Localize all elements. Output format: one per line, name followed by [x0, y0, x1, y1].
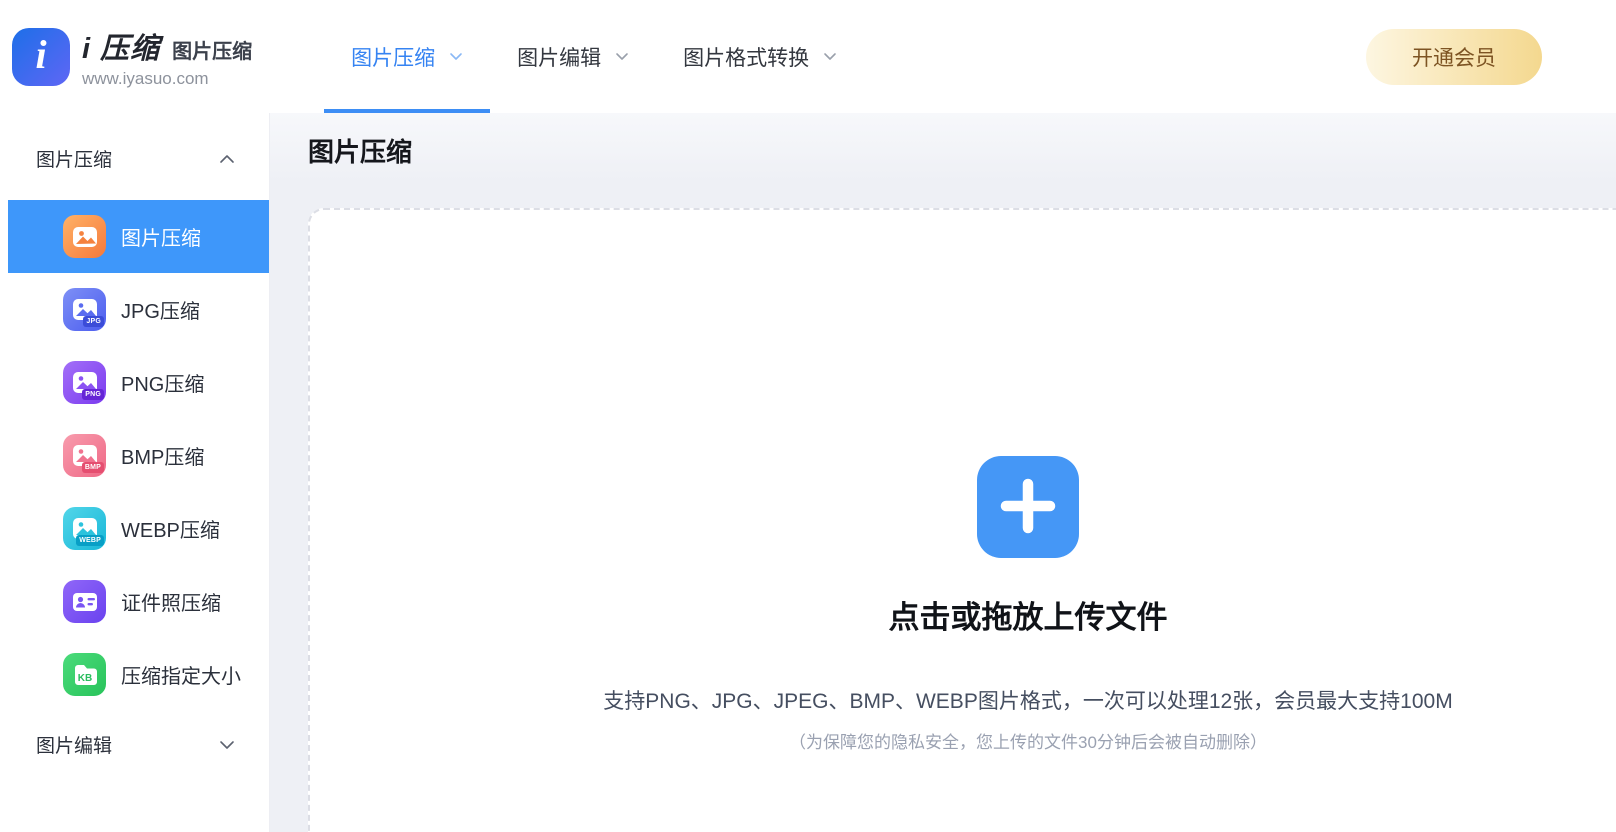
image-compress-icon	[63, 215, 106, 258]
upload-title: 点击或拖放上传文件	[888, 600, 1168, 635]
png-compress-icon: PNG	[63, 361, 106, 404]
chevron-down-icon	[449, 52, 463, 61]
bmp-format-badge: BMP	[81, 462, 104, 473]
nav-tab-image-edit[interactable]: 图片编辑	[490, 0, 656, 113]
svg-text:KB: KB	[77, 673, 91, 684]
sidebar-item-id-photo-compress[interactable]: 证件照压缩	[8, 565, 269, 638]
upload-format-hint: 支持PNG、JPG、JPEG、BMP、WEBP图片格式，一次可以处理12张，会员…	[603, 690, 1453, 713]
upload-dropzone[interactable]: 点击或拖放上传文件 支持PNG、JPG、JPEG、BMP、WEBP图片格式，一次…	[308, 208, 1616, 832]
sidebar-item-webp-compress[interactable]: WEBP WEBP压缩	[8, 492, 269, 565]
main-content: 图片压缩 点击或拖放上传文件 支持PNG、JPG、JPEG、BMP、WEBP图片…	[270, 113, 1616, 832]
main-nav: 图片压缩 图片编辑 图片格式转换	[324, 0, 864, 113]
bmp-compress-icon: BMP	[63, 434, 106, 477]
open-membership-button[interactable]: 开通会员	[1366, 28, 1542, 85]
top-header: i i 压缩 图片压缩 www.iyasuo.com 图片压缩 图片编辑 图片格…	[0, 0, 1616, 113]
chevron-down-icon	[823, 52, 837, 61]
plus-icon	[998, 476, 1058, 539]
png-format-badge: PNG	[82, 389, 104, 400]
sidebar-item-target-size-compress[interactable]: KB 压缩指定大小	[8, 638, 269, 711]
logo-icon: i	[12, 27, 70, 86]
webp-format-badge: WEBP	[76, 535, 104, 546]
nav-tab-format-convert[interactable]: 图片格式转换	[656, 0, 864, 113]
sidebar-section-image-compress[interactable]: 图片压缩	[0, 113, 269, 200]
chevron-down-icon	[219, 740, 235, 750]
sidebar-item-image-compress[interactable]: 图片压缩	[8, 200, 269, 273]
target-size-compress-icon: KB	[63, 653, 106, 696]
add-files-button[interactable]	[977, 456, 1079, 558]
logo-subtitle: 图片压缩	[172, 40, 253, 63]
site-logo[interactable]: i i 压缩 图片压缩 www.iyasuo.com	[12, 25, 252, 89]
webp-compress-icon: WEBP	[63, 507, 106, 550]
sidebar-item-png-compress[interactable]: PNG PNG压缩	[8, 346, 269, 419]
page-title: 图片压缩	[308, 137, 413, 167]
chevron-up-icon	[219, 154, 235, 164]
logo-url: www.iyasuo.com	[82, 68, 209, 88]
logo-title: i 压缩	[82, 32, 161, 65]
jpg-format-badge: JPG	[83, 316, 104, 327]
nav-tab-image-compress[interactable]: 图片压缩	[324, 0, 491, 113]
id-photo-compress-icon	[63, 580, 106, 623]
chevron-down-icon	[615, 52, 629, 61]
sidebar-item-jpg-compress[interactable]: JPG JPG压缩	[8, 273, 269, 346]
sidebar-section-image-edit[interactable]: 图片编辑	[0, 711, 269, 778]
sidebar-item-bmp-compress[interactable]: BMP BMP压缩	[8, 419, 269, 492]
jpg-compress-icon: JPG	[63, 288, 106, 331]
upload-privacy-note: （为保障您的隐私安全，您上传的文件30分钟后会被自动删除）	[789, 733, 1267, 752]
sidebar: 图片压缩 图片压缩 JPG JPG压缩 PNG PNG压缩 BMP BMP压缩 …	[0, 113, 270, 832]
